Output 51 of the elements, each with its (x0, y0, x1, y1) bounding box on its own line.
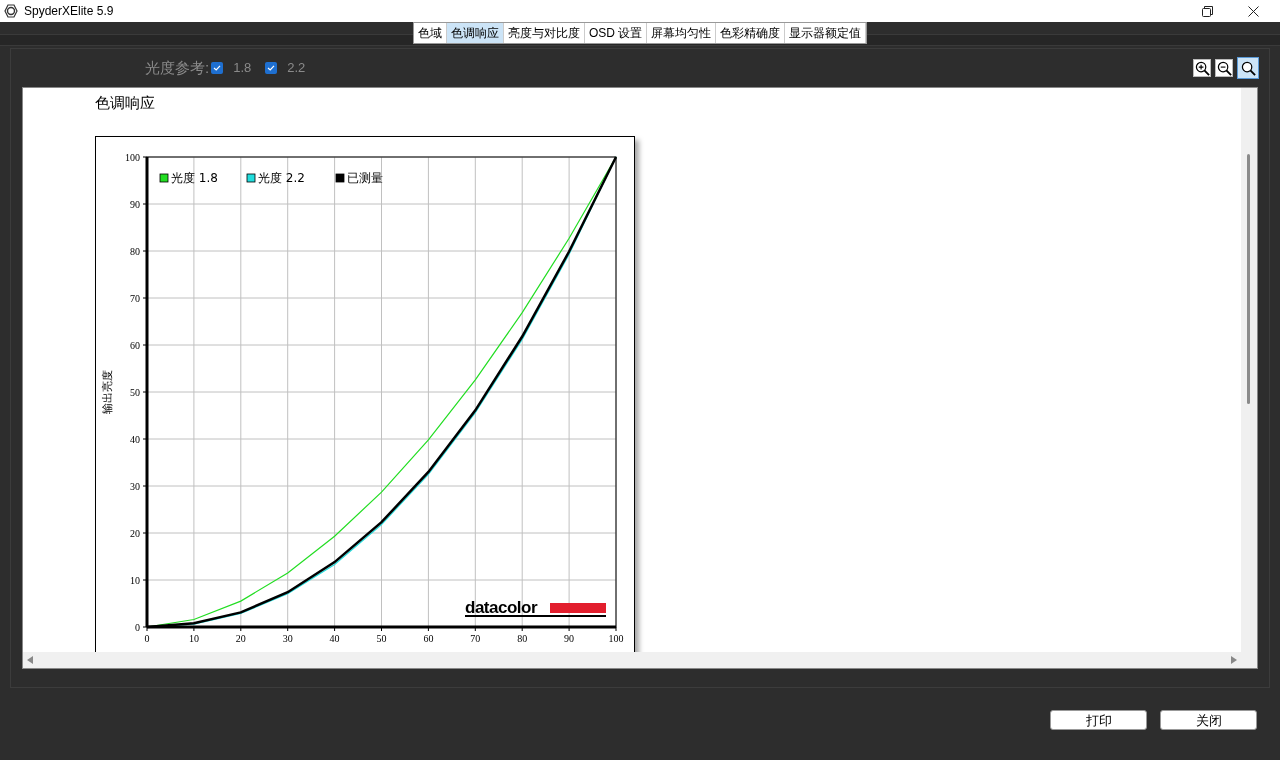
x-tick-label: 30 (282, 633, 293, 644)
y-tick-label: 20 (130, 528, 140, 539)
x-tick-label: 70 (470, 633, 481, 644)
zoom-button[interactable] (1215, 59, 1233, 77)
checkbox[interactable] (265, 62, 278, 74)
y-tick-label: 70 (130, 293, 140, 304)
y-tick-label: 50 (130, 387, 140, 398)
legend-label: 光度 2.2 (258, 171, 305, 185)
scroll-left-icon[interactable] (27, 656, 33, 664)
x-tick-label: 20 (235, 633, 246, 644)
report-title: 色调响应 (95, 93, 155, 113)
x-tick-label: 0 (144, 633, 150, 644)
x-tick-label: 100 (608, 633, 624, 644)
checkbox[interactable] (211, 62, 224, 74)
y-tick-label: 60 (130, 340, 140, 351)
vertical-scrollbar[interactable] (1241, 88, 1257, 652)
tab[interactable]: 色调响应 (447, 23, 504, 43)
zoom-button[interactable] (1193, 59, 1211, 77)
window-title: SpyderXElite 5.9 (24, 3, 114, 20)
y-axis-title: 输出亮度 (101, 370, 114, 414)
y-tick-label: 80 (130, 246, 140, 257)
legend-label: 光度 1.8 (171, 171, 218, 185)
dialog-button[interactable]: 关闭 (1160, 710, 1257, 730)
x-tick-label: 10 (188, 633, 199, 644)
x-tick-label: 40 (329, 633, 340, 644)
close-icon (1247, 5, 1259, 17)
search-icon (1240, 60, 1256, 76)
zoom-out-icon (1216, 60, 1232, 76)
y-tick-label: 40 (130, 434, 140, 445)
y-tick-label: 100 (125, 152, 140, 163)
legend-label: 已测量 (347, 171, 383, 185)
restore-icon (1201, 5, 1213, 17)
reference-label: 光度参考: (145, 57, 210, 78)
horizontal-scrollbar[interactable] (23, 652, 1257, 668)
x-tick-label: 80 (517, 633, 528, 644)
scroll-right-icon[interactable] (1231, 656, 1237, 664)
y-tick-label: 30 (130, 481, 140, 492)
x-tick-label: 90 (564, 633, 575, 644)
checkbox-label: 2.2 (287, 59, 306, 78)
x-tick-label: 60 (423, 633, 434, 644)
y-tick-label: 90 (130, 199, 140, 210)
datacolor-logo: datacolor (465, 598, 606, 617)
zoom-in-icon (1194, 60, 1210, 76)
dialog-button[interactable]: 打印 (1050, 710, 1147, 730)
y-tick-label: 10 (130, 575, 140, 586)
y-tick-label: 0 (135, 622, 140, 633)
app-logo-icon (4, 4, 18, 18)
x-tick-label: 50 (376, 633, 387, 644)
checkbox-label: 1.8 (233, 59, 252, 78)
scrollbar-thumb[interactable] (1247, 154, 1250, 404)
zoom-button[interactable] (1237, 57, 1259, 79)
